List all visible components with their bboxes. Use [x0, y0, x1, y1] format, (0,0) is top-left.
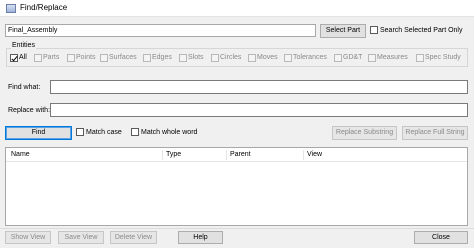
- results-list[interactable]: Name Type Parent View: [5, 147, 468, 226]
- part-name-field[interactable]: Final_Assembly: [5, 24, 316, 37]
- entity-circles-label: Circles: [220, 54, 242, 61]
- close-button[interactable]: Close: [414, 231, 468, 244]
- entity-points-label: Points: [76, 54, 96, 61]
- entity-edges-label: Edges: [152, 54, 172, 61]
- column-header-name[interactable]: Name: [8, 150, 163, 160]
- entity-parts-label: Parts: [43, 54, 60, 61]
- entity-moves-label: Moves: [257, 54, 278, 61]
- part-name-value: Final_Assembly: [8, 27, 58, 34]
- results-header: Name Type Parent View: [6, 148, 467, 162]
- entity-surfaces-label: Surfaces: [109, 54, 137, 61]
- entity-tolerances-checkbox[interactable]: [284, 54, 292, 62]
- entity-gdt-checkbox[interactable]: [334, 54, 342, 62]
- entity-parts-checkbox[interactable]: [34, 54, 42, 62]
- footer-divider: [0, 228, 474, 229]
- entity-gdt-label: GD&T: [343, 54, 363, 61]
- find-what-input[interactable]: [50, 80, 468, 94]
- save-view-button[interactable]: Save View: [58, 231, 104, 244]
- entity-points-checkbox[interactable]: [67, 54, 75, 62]
- entity-all-label: All: [19, 54, 27, 61]
- app-window-icon: [6, 4, 16, 13]
- help-button[interactable]: Help: [178, 231, 223, 244]
- replace-substring-button[interactable]: Replace Substring: [332, 126, 397, 140]
- column-header-parent[interactable]: Parent: [227, 150, 304, 160]
- match-whole-word-label: Match whole word: [141, 129, 198, 136]
- entity-moves-checkbox[interactable]: [248, 54, 256, 62]
- replace-with-input[interactable]: [50, 103, 468, 117]
- title-bar: Find/Replace: [0, 0, 474, 17]
- entity-tolerances-label: Tolerances: [293, 54, 327, 61]
- entity-spec-study-label: Spec Study: [425, 54, 461, 61]
- entity-slots-checkbox[interactable]: [179, 54, 187, 62]
- match-case-label: Match case: [86, 129, 122, 136]
- delete-view-button[interactable]: Delete View: [110, 231, 157, 244]
- entity-slots-label: Slots: [188, 54, 204, 61]
- find-what-label: Find what:: [8, 84, 41, 91]
- search-selected-part-only-checkbox[interactable]: [370, 26, 378, 34]
- find-button[interactable]: Find: [5, 126, 72, 140]
- column-header-type[interactable]: Type: [163, 150, 227, 160]
- entity-spec-study-checkbox[interactable]: [416, 54, 424, 62]
- entity-circles-checkbox[interactable]: [211, 54, 219, 62]
- replace-full-string-button[interactable]: Replace Full String: [402, 126, 468, 140]
- match-whole-word-checkbox[interactable]: [131, 128, 139, 136]
- column-header-view[interactable]: View: [304, 150, 467, 160]
- search-selected-part-only-label: Search Selected Part Only: [380, 27, 463, 34]
- match-case-checkbox[interactable]: [76, 128, 84, 136]
- entity-surfaces-checkbox[interactable]: [100, 54, 108, 62]
- replace-with-label: Replace with:: [8, 107, 51, 114]
- entity-measures-checkbox[interactable]: [368, 54, 376, 62]
- select-part-button[interactable]: Select Part: [320, 24, 366, 38]
- show-view-button[interactable]: Show View: [5, 231, 51, 244]
- entity-edges-checkbox[interactable]: [143, 54, 151, 62]
- entities-group-label: Entities: [11, 41, 36, 50]
- entity-all-checkbox[interactable]: [10, 54, 18, 62]
- window-title: Find/Replace: [20, 3, 68, 12]
- entity-measures-label: Measures: [377, 54, 408, 61]
